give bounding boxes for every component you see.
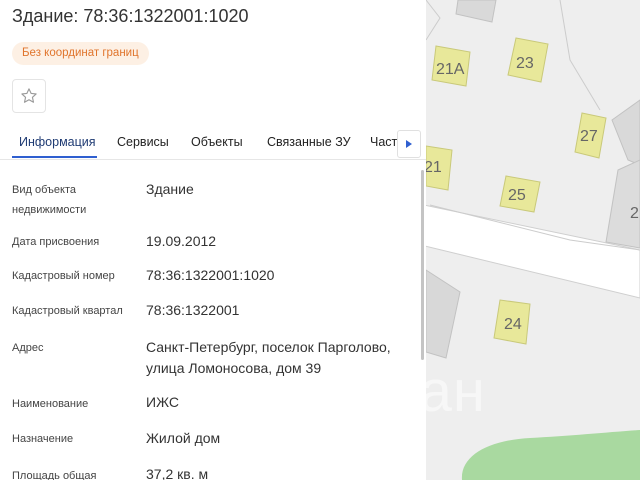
tab-related-plots[interactable]: Связанные ЗУ	[267, 135, 351, 149]
map-boundary	[425, 0, 441, 41]
plot-number-label: 24	[504, 316, 522, 333]
plot-number-label: 21	[424, 159, 442, 176]
field-value-name: ИЖС	[146, 394, 179, 410]
tab-objects[interactable]: Объекты	[191, 135, 243, 149]
map-green-area	[461, 430, 640, 480]
map-building-gray	[611, 99, 640, 166]
plot-number-label: 21А	[436, 61, 465, 78]
favorite-button[interactable]	[12, 79, 46, 113]
tabs-scroll-right-button[interactable]	[397, 130, 421, 158]
star-icon	[21, 88, 37, 103]
field-label-assign-date: Дата присвоения	[12, 236, 100, 248]
plot-number-label: 23	[516, 55, 534, 72]
field-value-cadastral-block: 78:36:1322001	[146, 302, 240, 318]
plot-number-label: 27	[580, 128, 598, 145]
tab-services[interactable]: Сервисы	[117, 135, 169, 149]
field-value-total-area: 37,2 кв. м	[146, 466, 209, 480]
object-info-panel: Здание: 78:36:1322001:1020 Без координат…	[0, 0, 426, 480]
field-value-cadastral-number: 78:36:1322001:1020	[146, 267, 275, 283]
tab-info[interactable]: Информация	[19, 135, 96, 149]
field-label-cadastral-number: Кадастровый номер	[12, 270, 115, 282]
field-label-purpose: Назначение	[12, 433, 74, 445]
plot-number-label: 25	[508, 187, 526, 204]
page-title: Здание: 78:36:1322001:1020	[12, 6, 249, 26]
field-label-object-type: Вид объекта недвижимости	[12, 184, 87, 216]
map-building-gray	[425, 269, 461, 359]
map-building-gray	[455, 0, 497, 23]
map-boundary	[559, 0, 601, 111]
field-value-object-type: Здание	[146, 181, 194, 197]
plot-number-label: 2	[630, 205, 639, 222]
field-label-name: Наименование	[12, 398, 89, 410]
field-label-total-area: Площадь общая	[12, 470, 97, 480]
field-label-address: Адрес	[12, 342, 44, 354]
chevron-right-icon	[406, 140, 412, 148]
field-value-address: Санкт-Петербург, поселок Парголово, улиц…	[146, 339, 391, 376]
active-tab-indicator	[12, 156, 97, 158]
tab-bar: Информация Сервисы Объекты Связанные ЗУ …	[0, 126, 426, 160]
field-value-purpose: Жилой дом	[146, 430, 221, 446]
map-building-gray	[605, 159, 640, 249]
status-badge: Без координат границ	[12, 42, 149, 65]
field-value-assign-date: 19.09.2012	[146, 233, 217, 249]
field-label-cadastral-block: Кадастровый квартал	[12, 305, 123, 317]
panel-scrollbar[interactable]	[421, 170, 424, 360]
